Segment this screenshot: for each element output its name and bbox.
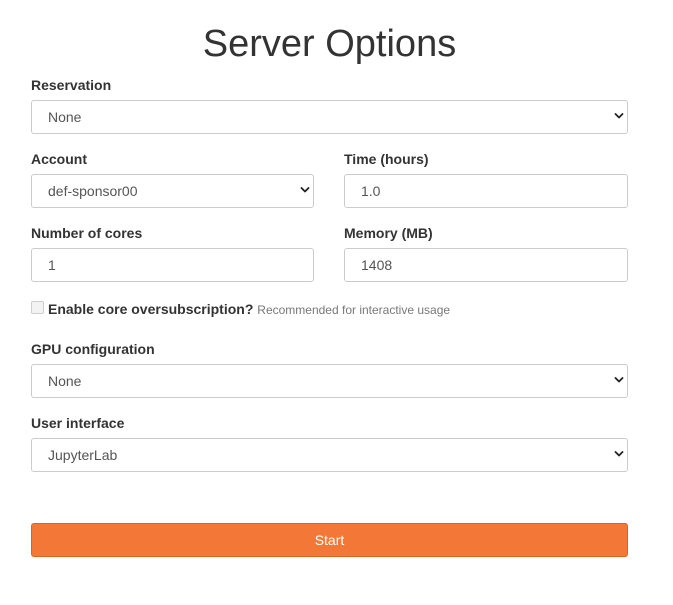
account-select-value: def-sponsor00 — [48, 183, 138, 199]
reservation-select[interactable]: None — [31, 100, 628, 134]
memory-input-value: 1408 — [361, 257, 393, 273]
chevron-down-icon — [300, 187, 310, 193]
time-input-value: 1.0 — [361, 183, 381, 199]
account-label: Account — [31, 151, 87, 167]
start-button[interactable]: Start — [31, 523, 628, 557]
ui-label: User interface — [31, 415, 125, 431]
account-select[interactable]: def-sponsor00 — [31, 174, 314, 208]
chevron-down-icon — [614, 113, 624, 119]
time-input[interactable]: 1.0 — [344, 174, 628, 208]
oversubscription-help-text: Recommended for interactive usage — [257, 303, 451, 317]
cores-input[interactable]: 1 — [31, 248, 314, 282]
oversubscription-label-text: Enable core oversubscription? — [48, 301, 254, 317]
memory-input[interactable]: 1408 — [344, 248, 628, 282]
oversubscription-label[interactable]: Enable core oversubscription? Recommende… — [48, 300, 450, 319]
chevron-down-icon — [614, 377, 624, 383]
chevron-down-icon — [614, 451, 624, 457]
gpu-select-value: None — [48, 373, 82, 389]
ui-select[interactable]: JupyterLab — [31, 438, 628, 472]
gpu-select[interactable]: None — [31, 364, 628, 398]
gpu-label: GPU configuration — [31, 341, 155, 357]
reservation-label: Reservation — [31, 77, 112, 93]
ui-select-value: JupyterLab — [48, 447, 118, 463]
cores-input-value: 1 — [48, 257, 56, 273]
cores-label: Number of cores — [31, 225, 143, 241]
time-label: Time (hours) — [344, 151, 429, 167]
page-title: Server Options — [202, 23, 457, 65]
memory-label: Memory (MB) — [344, 225, 433, 241]
reservation-select-value: None — [48, 109, 82, 125]
oversubscription-checkbox[interactable] — [31, 301, 44, 314]
